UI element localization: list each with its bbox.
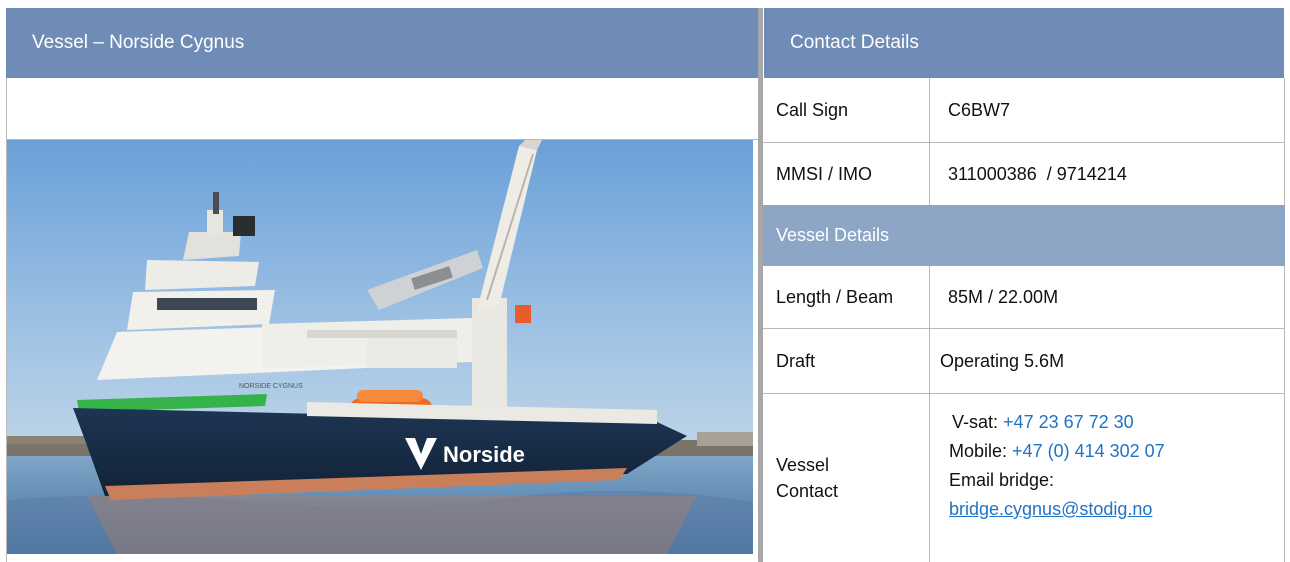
call-sign-value: C6BW7 <box>948 78 1278 142</box>
vessel-contact-label: Vessel Contact <box>776 394 926 562</box>
draft-label: Draft <box>776 329 926 393</box>
call-sign-label-text: Call Sign <box>776 99 849 120</box>
mmsi-imo-label-text: MMSI / IMO <box>776 163 872 184</box>
column-divider <box>758 8 763 562</box>
mobile-line: Mobile: +47 (0) 414 302 07 <box>944 437 1280 466</box>
vessel-info-sheet: Vessel – Norside Cygnus Contact Details <box>0 0 1290 562</box>
vessel-contact-label-line1: Vessel <box>776 455 830 475</box>
vessel-contact-label-line2: Contact <box>776 481 839 501</box>
mmsi-imo-label: MMSI / IMO <box>776 143 926 205</box>
call-sign-value-text: C6BW7 <box>948 99 1011 120</box>
mobile-label: Mobile: <box>949 441 1008 461</box>
vessel-details-header: Vessel Details <box>763 205 1285 266</box>
mmsi-imo-value: 311000386 / 9714214 <box>948 143 1278 205</box>
contact-title: Contact Details <box>790 32 919 53</box>
vessel-details-title: Vessel Details <box>776 225 890 245</box>
length-beam-label-text: Length / Beam <box>776 287 894 307</box>
draft-value-text: Operating 5.6M <box>940 350 1065 371</box>
vsat-line: V-sat: +47 23 67 72 30 <box>944 408 1280 437</box>
draft-label-text: Draft <box>776 350 816 371</box>
contact-header: Contact Details <box>764 8 1284 78</box>
mobile-phone-link[interactable]: +47 (0) 414 302 07 <box>1012 441 1165 461</box>
vessel-photo: Norside NORSIDE CYGNUS <box>7 140 753 554</box>
length-beam-label: Length / Beam <box>776 267 926 328</box>
vessel-contact-values: V-sat: +47 23 67 72 30 Mobile: +47 (0) 4… <box>944 408 1280 558</box>
right-border <box>1284 78 1285 562</box>
call-sign-label: Call Sign <box>776 78 926 142</box>
vsat-label: V-sat: <box>952 412 999 432</box>
hull-name-text: NORSIDE CYGNUS <box>239 383 303 390</box>
email-link[interactable]: bridge.cygnus@stodig.no <box>949 499 1152 519</box>
vsat-phone-link[interactable]: +47 23 67 72 30 <box>1003 412 1134 432</box>
length-beam-value-text: 85M / 22.00M <box>948 287 1059 307</box>
email-label: Email bridge: <box>949 470 1055 490</box>
email-label-line: Email bridge: <box>944 466 1280 495</box>
length-beam-value: 85M / 22.00M <box>948 267 1278 328</box>
draft-value: Operating 5.6M <box>940 329 1278 393</box>
vessel-header: Vessel – Norside Cygnus <box>6 8 758 78</box>
grid-v2 <box>929 266 930 562</box>
mmsi-imo-value-text: 311000386 / 9714214 <box>948 163 1127 184</box>
vessel-title: Vessel – Norside Cygnus <box>32 32 245 53</box>
hull-brand-text: Norside <box>443 442 525 467</box>
email-line: bridge.cygnus@stodig.no <box>944 495 1280 524</box>
